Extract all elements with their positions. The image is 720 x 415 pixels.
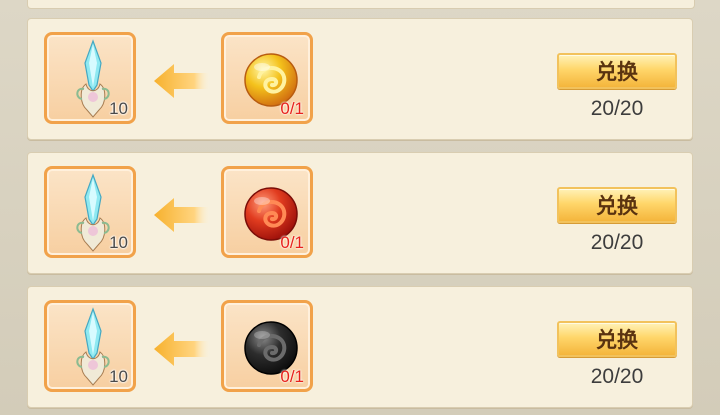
exchange-button[interactable]: 兑换 [557, 53, 677, 89]
previous-row-edge [27, 0, 695, 9]
exchange-count: 20/20 [590, 231, 644, 254]
exchange-row: 10 0/1 兑换 20/20 [27, 286, 693, 408]
crystal-icon [76, 307, 110, 386]
exchange-count: 20/20 [590, 365, 644, 388]
reward-item-slot[interactable]: 10 [44, 32, 136, 124]
cost-quantity: 0/1 [280, 233, 304, 252]
arrow-left-icon [154, 198, 210, 232]
exchange-button[interactable]: 兑换 [557, 321, 677, 357]
cost-quantity: 0/1 [280, 99, 304, 118]
exchange-row: 10 0/1 兑换 20/20 [27, 152, 693, 274]
cost-quantity: 0/1 [280, 367, 304, 386]
cost-item-slot[interactable]: 0/1 [221, 300, 313, 392]
arrow-left-icon [154, 332, 210, 366]
reward-item-slot[interactable]: 10 [44, 166, 136, 258]
cost-item-slot[interactable]: 0/1 [221, 166, 313, 258]
cost-item-slot[interactable]: 0/1 [221, 32, 313, 124]
exchange-button[interactable]: 兑换 [557, 187, 677, 223]
reward-quantity: 10 [109, 99, 128, 118]
arrow-left-icon [154, 64, 210, 98]
exchange-panel: 10 0/1 兑换 20/20 10 0/1 兑换 20/20 10 0/1 兑… [0, 0, 720, 415]
crystal-icon [76, 173, 110, 252]
reward-item-slot[interactable]: 10 [44, 300, 136, 392]
exchange-count: 20/20 [590, 97, 644, 120]
reward-quantity: 10 [109, 233, 128, 252]
exchange-row: 10 0/1 兑换 20/20 [27, 18, 693, 140]
crystal-icon [76, 39, 110, 118]
reward-quantity: 10 [109, 367, 128, 386]
